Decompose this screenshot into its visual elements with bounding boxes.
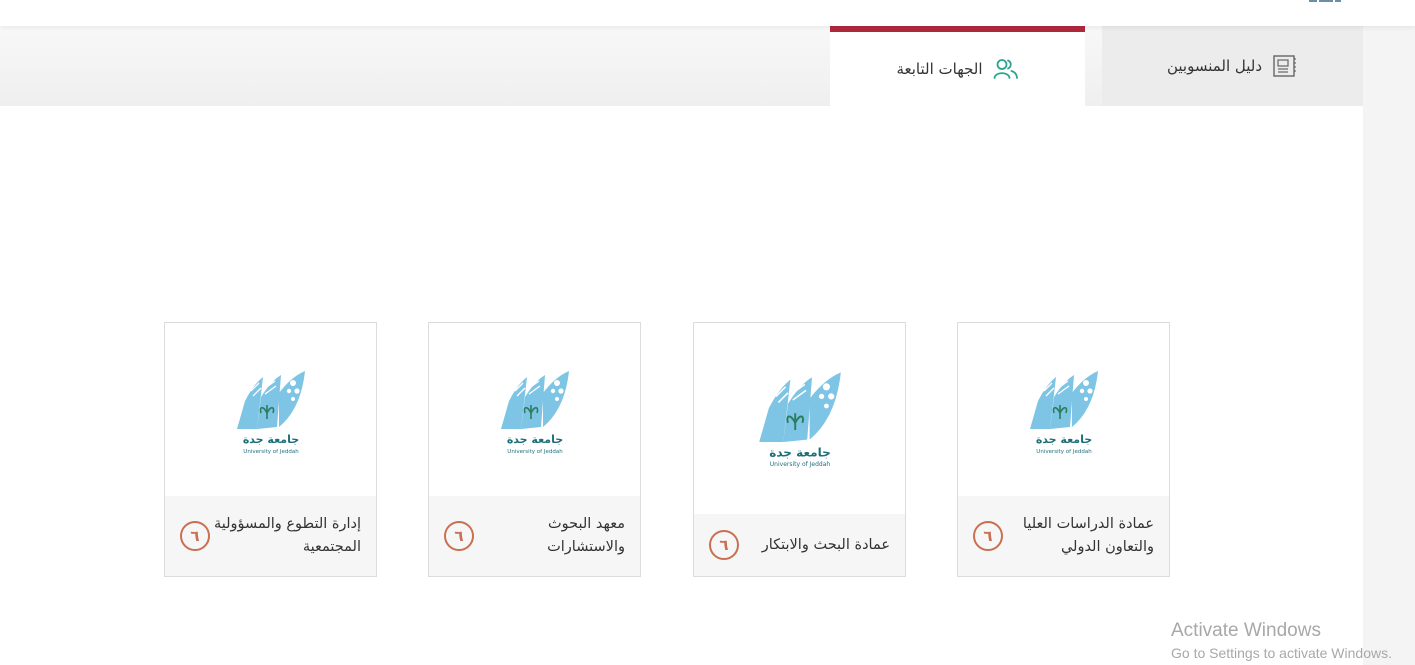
logo-english-text: University of Jeddah: [507, 449, 563, 455]
card-title: عمادة الدراسات العليا والتعاون الدولي: [1022, 516, 1154, 555]
card-title: عمادة البحث والابتكار: [761, 536, 890, 553]
card-badge[interactable]: ٦: [444, 521, 474, 551]
university-logo: جامعة جدة University of Jeddah: [958, 369, 1169, 459]
logo-english-text: University of Jeddah: [769, 461, 830, 468]
logo-arabic-text: جامعة جدة: [769, 445, 830, 459]
tab-affiliated-label: الجهات التابعة: [896, 60, 983, 78]
card-badge[interactable]: ٦: [180, 521, 210, 551]
card-footer: معهد البحوث والاستشارات ٦: [429, 496, 640, 576]
entity-card-volunteering[interactable]: جامعة جدة University of Jeddah إدارة الت…: [164, 322, 377, 577]
card-footer: عمادة البحث والابتكار ٦: [694, 514, 905, 576]
windows-activation-watermark: Activate Windows Go to Settings to activ…: [1171, 620, 1392, 663]
logo-arabic-text: جامعة جدة: [242, 433, 298, 446]
logo-english-text: University of Jeddah: [243, 449, 299, 455]
entity-card-graduate-studies[interactable]: جامعة جدة University of Jeddah عمادة الد…: [957, 322, 1170, 577]
entity-card-research-innovation[interactable]: جامعة جدة University of Jeddah عمادة الب…: [693, 322, 906, 577]
card-footer: إدارة التطوع والمسؤولية المجتمعية ٦: [165, 496, 376, 576]
card-badge[interactable]: ٦: [709, 530, 739, 560]
university-logo: جامعة جدة University of Jeddah: [165, 369, 376, 459]
notebook-icon: [1272, 54, 1298, 78]
university-logo: جامعة جدة University of Jeddah: [429, 369, 640, 459]
card-title: معهد البحوث والاستشارات: [547, 516, 625, 555]
entity-card-research-institute[interactable]: جامعة جدة University of Jeddah معهد البح…: [428, 322, 641, 577]
card-badge[interactable]: ٦: [973, 521, 1003, 551]
users-icon: [993, 58, 1019, 80]
tab-affiliated-entities[interactable]: الجهات التابعة: [830, 26, 1085, 106]
logo-english-text: University of Jeddah: [1036, 449, 1092, 455]
card-title: إدارة التطوع والمسؤولية المجتمعية: [213, 516, 361, 555]
logo-arabic-text: جامعة جدة: [1035, 433, 1091, 446]
university-logo: جامعة جدة University of Jeddah: [694, 370, 905, 472]
watermark-title: Activate Windows: [1171, 620, 1321, 641]
tab-members-directory[interactable]: دليل المنسوبين: [1102, 26, 1363, 106]
card-footer: عمادة الدراسات العليا والتعاون الدولي ٦: [958, 496, 1169, 576]
tab-members-label: دليل المنسوبين: [1166, 57, 1263, 75]
watermark-subtitle: Go to Settings to activate Windows.: [1171, 645, 1392, 661]
logo-arabic-text: جامعة جدة: [506, 433, 562, 446]
page-right-strip: [1363, 26, 1415, 665]
top-header: [0, 0, 1415, 26]
header-logo-fragment: [1309, 0, 1355, 4]
